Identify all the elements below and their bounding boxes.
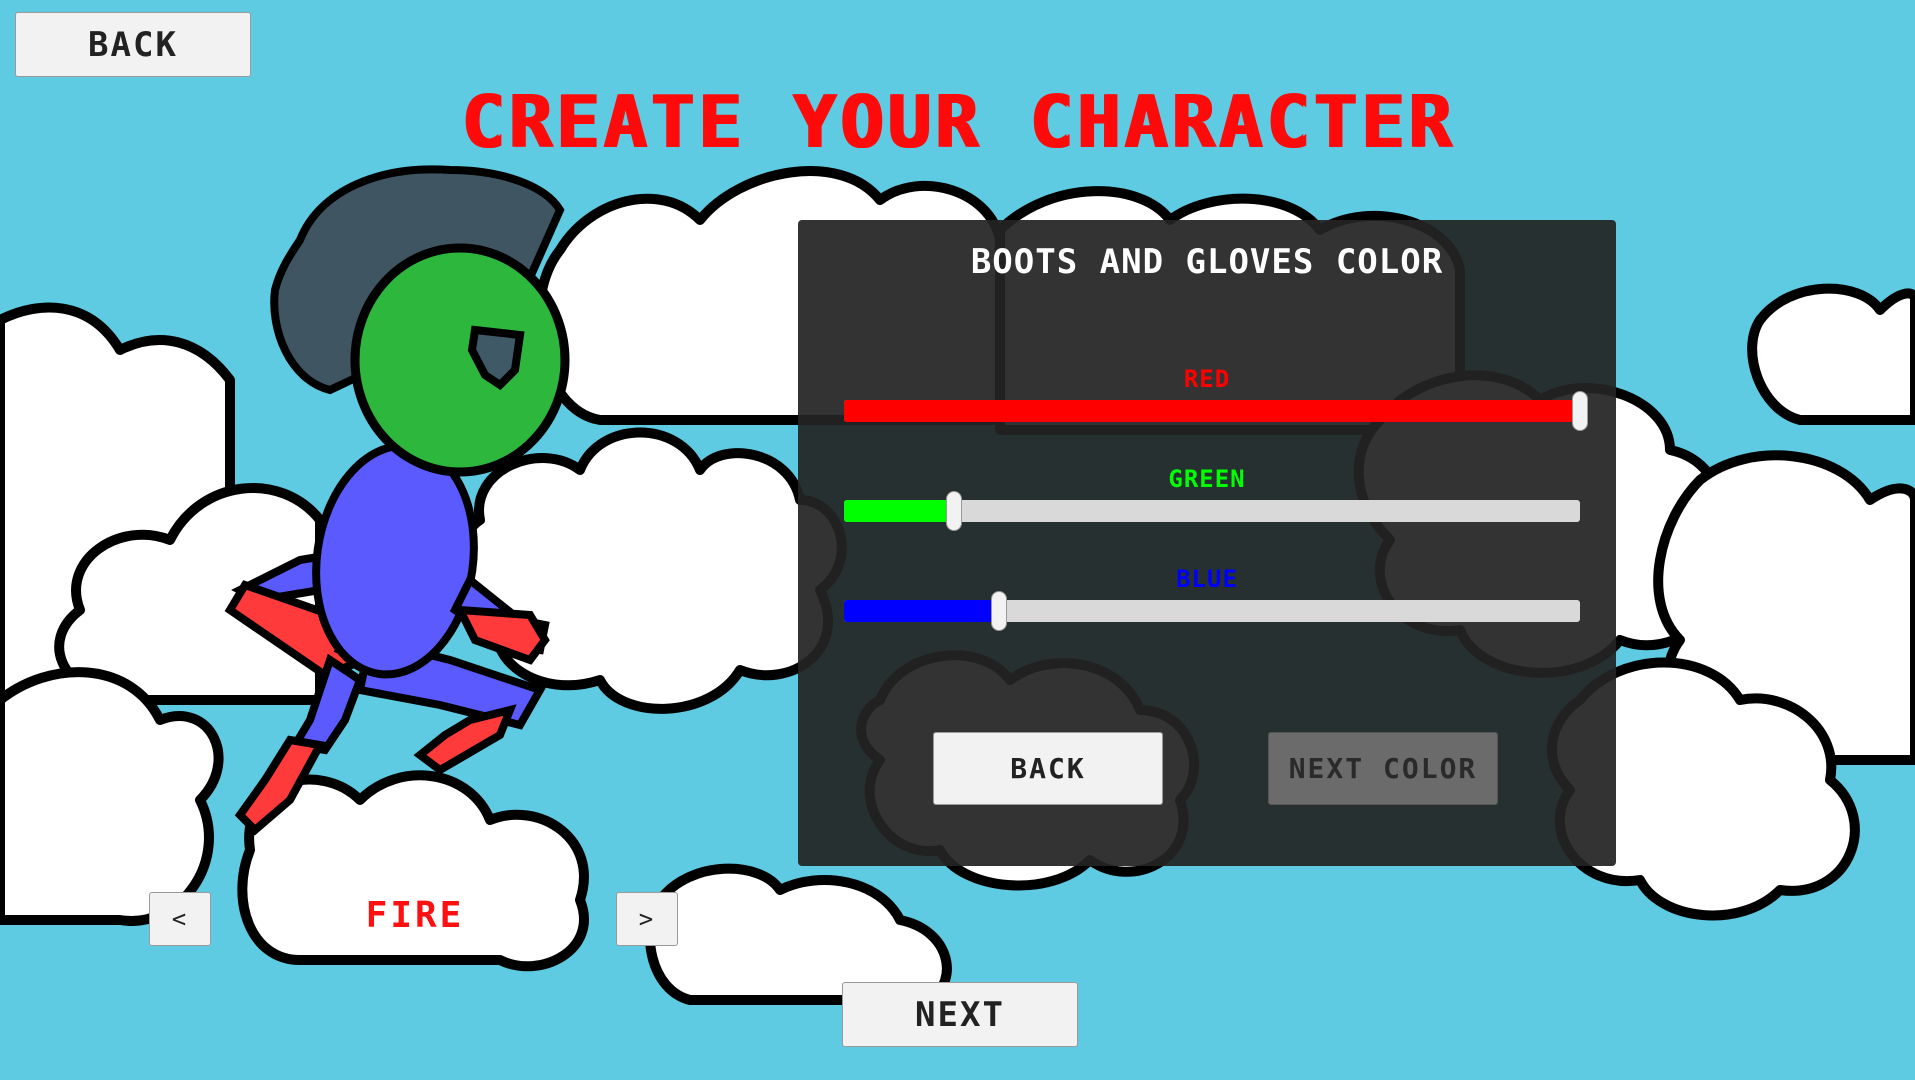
back-button[interactable]: BACK xyxy=(15,12,251,77)
green-slider-label: GREEN xyxy=(1168,465,1246,493)
green-slider-fill xyxy=(844,500,955,522)
panel-back-button[interactable]: BACK xyxy=(933,732,1163,805)
character-boot xyxy=(413,704,517,775)
blue-slider[interactable] xyxy=(844,591,1580,631)
blue-slider-label: BLUE xyxy=(1176,565,1238,593)
page-title: CREATE YOUR CHARACTER xyxy=(460,80,1455,164)
next-color-button[interactable]: NEXT COLOR xyxy=(1268,732,1498,805)
next-character-button[interactable]: > xyxy=(616,892,678,946)
cloud xyxy=(645,863,952,1005)
green-slider-handle[interactable] xyxy=(946,491,963,531)
character-name: FIRE xyxy=(365,895,465,936)
blue-slider-fill xyxy=(844,600,999,622)
red-slider-label: RED xyxy=(1183,365,1231,393)
next-button[interactable]: NEXT xyxy=(842,982,1078,1047)
red-slider-handle[interactable] xyxy=(1572,391,1588,431)
cloud xyxy=(237,770,589,972)
character-glove-front xyxy=(453,605,550,665)
previous-character-button[interactable]: < xyxy=(149,892,211,946)
green-slider[interactable] xyxy=(844,491,1580,531)
cloud xyxy=(1747,283,1915,425)
red-slider[interactable] xyxy=(844,391,1588,431)
character-head xyxy=(350,243,570,477)
cloud xyxy=(0,667,224,926)
cloud xyxy=(457,427,847,714)
color-panel: BOOTS AND GLOVES COLOR RED GREEN BLUE BA… xyxy=(798,220,1616,866)
blue-slider-handle[interactable] xyxy=(990,591,1007,631)
red-slider-fill xyxy=(844,400,1580,422)
panel-title: BOOTS AND GLOVES COLOR xyxy=(970,242,1444,282)
